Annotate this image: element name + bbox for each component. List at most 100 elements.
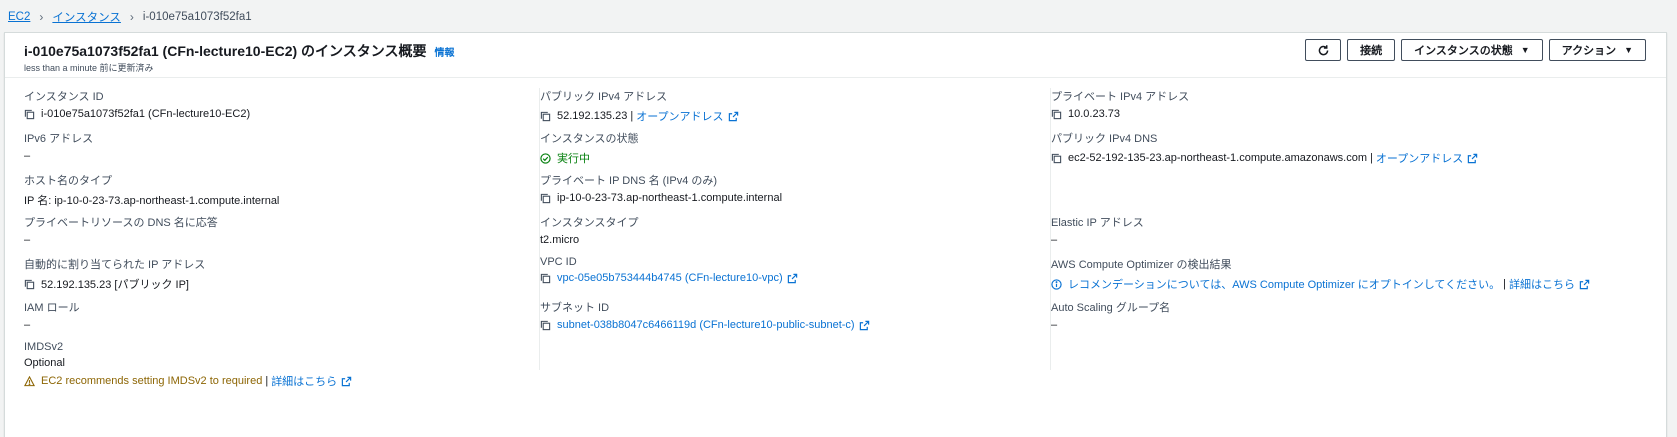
copy-icon[interactable] [540, 273, 551, 284]
field-private-ipv4: プライベート IPv4 アドレス 10.0.23.73 [1051, 88, 1189, 120]
open-address-link[interactable]: オープンアドレス [636, 108, 723, 124]
instance-state-value: 実行中 [557, 153, 590, 165]
imdsv2-learn-more-link[interactable]: 詳細はこちら [271, 373, 337, 389]
info-link[interactable]: 情報 [434, 44, 454, 59]
breadcrumb-ec2[interactable]: EC2 [8, 11, 30, 23]
public-ipv4-value: 52.192.135.23 [557, 110, 628, 122]
instance-type-value: t2.micro [540, 234, 580, 246]
hostname-type-label: ホスト名のタイプ [24, 175, 112, 187]
field-private-dns: プライベート IP DNS 名 (IPv4 のみ) ip-10-0-23-73.… [540, 172, 782, 204]
copy-icon[interactable] [24, 109, 35, 120]
copy-icon[interactable] [1051, 109, 1062, 120]
private-ipv4-label: プライベート IPv4 アドレス [1051, 91, 1190, 103]
actions-button[interactable]: アクション ▼ [1548, 39, 1646, 61]
external-link-icon[interactable] [787, 273, 798, 284]
open-address-link[interactable]: オープンアドレス [1376, 150, 1463, 166]
copy-icon[interactable] [540, 111, 551, 122]
info-circle-icon [1051, 278, 1062, 290]
field-instance-id: インスタンス ID i-010e75a1073f52fa1 (CFn-lectu… [24, 88, 250, 120]
copy-icon[interactable] [24, 279, 35, 290]
copy-icon[interactable] [540, 193, 551, 204]
caret-down-icon: ▼ [1520, 45, 1530, 55]
vpc-id-link[interactable]: vpc-05e05b753444b4745 (CFn-lecture10-vpc… [557, 272, 783, 284]
actions-label: アクション [1561, 45, 1617, 57]
refresh-icon [1318, 44, 1328, 55]
imdsv2-value: Optional [24, 357, 65, 369]
instance-id-value: i-010e75a1073f52fa1 (CFn-lecture10-EC2) [41, 108, 251, 120]
field-hostname-type: ホスト名のタイプ IP 名: ip-10-0-23-73.ap-northeas… [24, 172, 279, 208]
field-subnet-id: サブネット ID subnet-038b8047c6466119d (CFn-l… [540, 299, 870, 331]
chevron-right-icon: › [39, 10, 44, 24]
instance-state-label: インスタンスの状態 [1414, 45, 1513, 57]
connect-label: 接続 [1360, 45, 1383, 57]
vpc-id-label: VPC ID [540, 256, 577, 268]
panel-header: i-010e75a1073f52fa1 (CFn-lecture10-EC2) … [5, 33, 1666, 78]
separator: | [1370, 152, 1373, 164]
private-dns-value: ip-10-0-23-73.ap-northeast-1.compute.int… [557, 192, 783, 204]
details-column-2: パブリック IPv4 アドレス 52.192.135.23 | オープンアドレス… [539, 88, 1039, 370]
page-title: i-010e75a1073f52fa1 (CFn-lecture10-EC2) … [24, 43, 427, 59]
compute-optimizer-link[interactable]: レコメンデーションについては、AWS Compute Optimizer にオプ… [1068, 276, 1500, 292]
copy-icon[interactable] [1051, 153, 1062, 164]
field-iam-role: IAM ロール – [24, 299, 80, 331]
subnet-id-link[interactable]: subnet-038b8047c6466119d (CFn-lecture10-… [557, 319, 855, 331]
field-compute-optimizer: AWS Compute Optimizer の検出結果 レコメンデーションについ… [1051, 256, 1590, 292]
private-dns-answer-value: – [24, 234, 31, 246]
iam-role-value: – [24, 319, 31, 331]
check-circle-icon [540, 152, 551, 164]
external-link-icon[interactable] [728, 111, 739, 122]
field-imdsv2: IMDSv2 Optional EC2 recommends setting I… [24, 341, 352, 389]
field-private-dns-answer: プライベートリソースの DNS 名に応答 – [24, 214, 218, 246]
breadcrumb-current: i-010e75a1073f52fa1 [142, 11, 252, 23]
breadcrumb: EC2 › インスタンス › i-010e75a1073f52fa1 [8, 9, 252, 25]
details-column-3: プライベート IPv4 アドレス 10.0.23.73 パブリック IPv4 D… [1050, 88, 1650, 370]
ipv6-value: – [24, 150, 31, 162]
chevron-right-icon: › [129, 10, 134, 24]
private-dns-answer-label: プライベートリソースの DNS 名に応答 [24, 217, 218, 229]
breadcrumb-instances[interactable]: インスタンス [52, 9, 121, 25]
separator: | [265, 375, 269, 387]
external-link-icon[interactable] [1579, 279, 1590, 290]
refresh-button[interactable] [1305, 39, 1342, 61]
external-link-icon[interactable] [1467, 153, 1478, 164]
asg-label: Auto Scaling グループ名 [1051, 302, 1171, 314]
warning-icon [24, 375, 35, 386]
field-auto-ip: 自動的に割り当てられた IP アドレス 52.192.135.23 [パブリック… [24, 256, 205, 292]
public-dns-label: パブリック IPv4 DNS [1051, 133, 1158, 145]
elastic-ip-label: Elastic IP アドレス [1051, 217, 1144, 229]
instance-state-field-label: インスタンスの状態 [540, 133, 639, 145]
auto-ip-label: 自動的に割り当てられた IP アドレス [24, 259, 206, 271]
asg-value: – [1051, 319, 1058, 331]
private-ipv4-value: 10.0.23.73 [1068, 108, 1120, 120]
private-dns-label: プライベート IP DNS 名 (IPv4 のみ) [540, 175, 718, 187]
separator: | [1503, 278, 1506, 290]
copy-icon[interactable] [540, 320, 551, 331]
last-updated: less than a minute 前に更新済み [24, 63, 154, 73]
field-ipv6: IPv6 アドレス – [24, 130, 93, 162]
page-title-wrap: i-010e75a1073f52fa1 (CFn-lecture10-EC2) … [24, 41, 454, 61]
imdsv2-label: IMDSv2 [24, 341, 64, 353]
field-elastic-ip: Elastic IP アドレス – [1051, 214, 1144, 246]
hostname-type-value: IP 名: ip-10-0-23-73.ap-northeast-1.compu… [24, 195, 280, 207]
field-public-ipv4: パブリック IPv4 アドレス 52.192.135.23 | オープンアドレス [540, 88, 739, 124]
iam-role-label: IAM ロール [24, 302, 80, 314]
external-link-icon[interactable] [859, 320, 870, 331]
instance-type-label: インスタンスタイプ [540, 217, 639, 229]
instance-summary-panel: i-010e75a1073f52fa1 (CFn-lecture10-EC2) … [4, 32, 1667, 437]
instance-id-label: インスタンス ID [24, 91, 104, 103]
separator: | [630, 110, 634, 122]
field-instance-type: インスタンスタイプ t2.micro [540, 214, 639, 246]
field-public-dns: パブリック IPv4 DNS ec2-52-192-135-23.ap-nort… [1051, 130, 1478, 166]
optimizer-learn-more-link[interactable]: 詳細はこちら [1509, 276, 1575, 292]
elastic-ip-value: – [1051, 234, 1058, 246]
external-link-icon[interactable] [341, 376, 352, 387]
caret-down-icon: ▼ [1624, 45, 1633, 55]
auto-ip-value: 52.192.135.23 [パブリック IP] [41, 279, 189, 291]
connect-button[interactable]: 接続 [1347, 39, 1396, 61]
public-dns-value: ec2-52-192-135-23.ap-northeast-1.compute… [1068, 152, 1367, 164]
instance-state-button[interactable]: インスタンスの状態 ▼ [1401, 39, 1543, 61]
field-instance-state: インスタンスの状態 実行中 [540, 130, 639, 166]
field-asg: Auto Scaling グループ名 – [1051, 299, 1170, 331]
field-vpc-id: VPC ID vpc-05e05b753444b4745 (CFn-lectur… [540, 256, 798, 284]
subnet-id-label: サブネット ID [540, 302, 610, 314]
